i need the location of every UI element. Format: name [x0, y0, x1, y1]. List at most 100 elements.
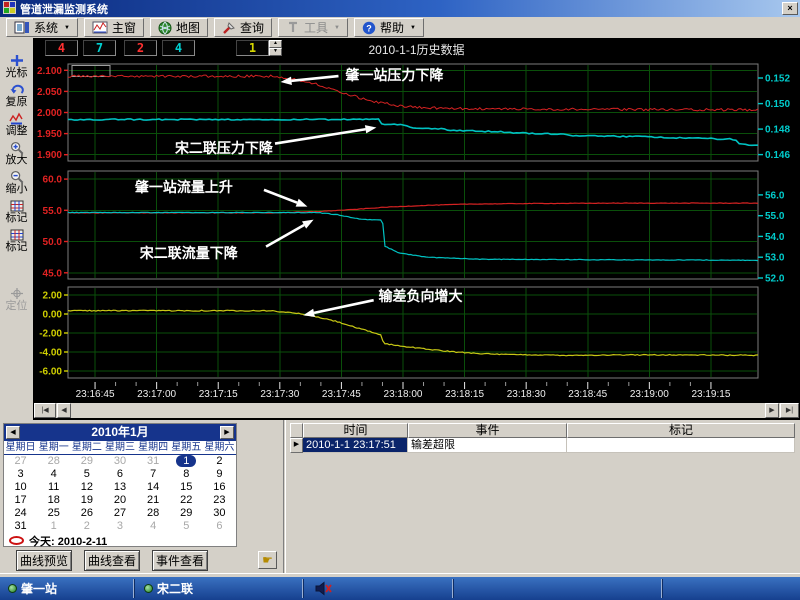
- calendar-day[interactable]: 25: [37, 507, 70, 520]
- hand-pointer-button[interactable]: ☛: [258, 551, 277, 569]
- app-icon: [3, 1, 16, 17]
- day-number: 3: [117, 520, 123, 532]
- calendar-next-button[interactable]: ▶: [220, 426, 234, 439]
- calendar-day[interactable]: 4: [137, 520, 170, 533]
- titlebar[interactable]: 管道泄漏监测系统 ×: [0, 0, 800, 17]
- day-number: 4: [51, 468, 57, 480]
- curve-view-button[interactable]: 曲线查看: [84, 550, 140, 571]
- table-row[interactable]: ▶2010-1-1 23:17:51输差超限: [290, 438, 795, 453]
- status-divider: [133, 579, 134, 598]
- tool-cursor[interactable]: 光标: [6, 54, 28, 80]
- svg-text:宋二联压力下降: 宋二联压力下降: [174, 140, 274, 156]
- calendar-day[interactable]: 28: [37, 455, 70, 468]
- calendar-day[interactable]: 14: [137, 481, 170, 494]
- svg-text:23:18:00: 23:18:00: [384, 389, 423, 400]
- calendar-day[interactable]: 29: [70, 455, 103, 468]
- tool-mark-2[interactable]: 标记: [6, 228, 28, 254]
- calendar-day[interactable]: 24: [4, 507, 37, 520]
- calendar-day[interactable]: 19: [70, 494, 103, 507]
- calendar-day[interactable]: 3: [4, 468, 37, 481]
- calendar-day[interactable]: 27: [103, 507, 136, 520]
- scroll-left-button[interactable]: ◀: [57, 403, 71, 418]
- calendar-day[interactable]: 13: [103, 481, 136, 494]
- scroll-start-button[interactable]: |◀: [34, 403, 56, 418]
- toolbar-label-main-window: 主窗: [112, 19, 136, 36]
- calendar-day[interactable]: 17: [4, 494, 37, 507]
- calendar-day[interactable]: 15: [170, 481, 203, 494]
- toolbar-button-tools[interactable]: 工具▼: [278, 18, 348, 37]
- calendar-day[interactable]: 6: [103, 468, 136, 481]
- scroll-end-button[interactable]: ▶|: [780, 403, 799, 418]
- calendar-day[interactable]: 29: [170, 507, 203, 520]
- calendar-day[interactable]: 9: [203, 468, 236, 481]
- tool-zoom-in[interactable]: 放大: [6, 141, 28, 167]
- calendar-day[interactable]: 26: [70, 507, 103, 520]
- tool-adjust[interactable]: 调整: [6, 112, 28, 138]
- calendar-day[interactable]: 30: [203, 507, 236, 520]
- calendar-day[interactable]: 7: [137, 468, 170, 481]
- day-number: 22: [180, 494, 192, 506]
- calendar-grid: 2728293031123456789101112131415161718192…: [4, 455, 236, 533]
- calendar-day[interactable]: 1: [37, 520, 70, 533]
- calendar-day[interactable]: 20: [103, 494, 136, 507]
- event-view-button[interactable]: 事件查看: [152, 550, 208, 571]
- panel-splitter[interactable]: [283, 420, 286, 573]
- scrollbar-track[interactable]: [34, 403, 786, 418]
- calendar-day[interactable]: 4: [37, 468, 70, 481]
- calendar-day[interactable]: 16: [203, 481, 236, 494]
- window-title: 管道泄漏监测系统: [20, 1, 108, 17]
- calendar-day[interactable]: 27: [4, 455, 37, 468]
- calendar-day[interactable]: 21: [137, 494, 170, 507]
- curve-preview-button[interactable]: 曲线预览: [16, 550, 72, 571]
- calendar-day[interactable]: 28: [137, 507, 170, 520]
- calendar-day[interactable]: 23: [203, 494, 236, 507]
- day-number: 21: [147, 494, 159, 506]
- table-header-1[interactable]: 事件: [408, 423, 567, 438]
- calendar-day[interactable]: 8: [170, 468, 203, 481]
- calendar-day[interactable]: 2: [203, 455, 236, 468]
- table-header-0[interactable]: 时间: [303, 423, 408, 438]
- calendar-day[interactable]: 10: [4, 481, 37, 494]
- weekday-5: 星期五: [170, 441, 203, 454]
- toolbar-button-help[interactable]: ?帮助▼: [354, 18, 424, 37]
- calendar-day[interactable]: 12: [70, 481, 103, 494]
- mute-speaker-icon[interactable]: [315, 581, 332, 599]
- table-header-2[interactable]: 标记: [567, 423, 795, 438]
- calendar-day[interactable]: 5: [170, 520, 203, 533]
- day-number: 7: [150, 468, 156, 480]
- cell-time: 2010-1-1 23:17:51: [303, 438, 408, 453]
- calendar-day[interactable]: 3: [103, 520, 136, 533]
- tool-restore[interactable]: 复原: [6, 83, 28, 109]
- svg-text:52.0: 52.0: [765, 274, 785, 285]
- calendar-day[interactable]: 5: [70, 468, 103, 481]
- svg-text:23:16:45: 23:16:45: [76, 389, 115, 400]
- toolbar-button-system[interactable]: 系统▼: [6, 18, 78, 37]
- calendar-day[interactable]: 2: [70, 520, 103, 533]
- calendar-day[interactable]: 6: [203, 520, 236, 533]
- station-label: 宋二联: [157, 580, 193, 597]
- toolbar-button-main-window[interactable]: 主窗: [84, 18, 144, 37]
- calendar-day[interactable]: 31: [137, 455, 170, 468]
- calendar-day[interactable]: 22: [170, 494, 203, 507]
- calendar-day[interactable]: 31: [4, 520, 37, 533]
- day-number: 3: [18, 468, 24, 480]
- tool-mark-1[interactable]: 标记: [6, 199, 28, 225]
- calendar: ◀ 2010年1月 ▶ 星期日星期一星期二星期三星期四星期五星期六 272829…: [3, 423, 237, 547]
- toolbar-button-query[interactable]: 查询: [214, 18, 272, 37]
- calendar-day[interactable]: 11: [37, 481, 70, 494]
- calendar-prev-button[interactable]: ◀: [6, 426, 20, 439]
- calendar-day[interactable]: 30: [103, 455, 136, 468]
- tool-locate[interactable]: 定位: [6, 287, 28, 313]
- svg-text:55.0: 55.0: [43, 206, 63, 217]
- statusbar: 肇一站宋二联: [0, 577, 800, 600]
- day-number: 5: [84, 468, 90, 480]
- close-button[interactable]: ×: [782, 2, 798, 15]
- tool-zoom-out[interactable]: 缩小: [6, 170, 28, 196]
- table-selector-header: [290, 423, 303, 438]
- calendar-day[interactable]: 18: [37, 494, 70, 507]
- scroll-right-button[interactable]: ▶: [765, 403, 779, 418]
- calendar-day-selected[interactable]: 1: [170, 455, 203, 468]
- toolbar-button-map[interactable]: 地图: [150, 18, 208, 37]
- svg-text:1.900: 1.900: [37, 150, 62, 161]
- weekday-0: 星期日: [4, 441, 37, 454]
